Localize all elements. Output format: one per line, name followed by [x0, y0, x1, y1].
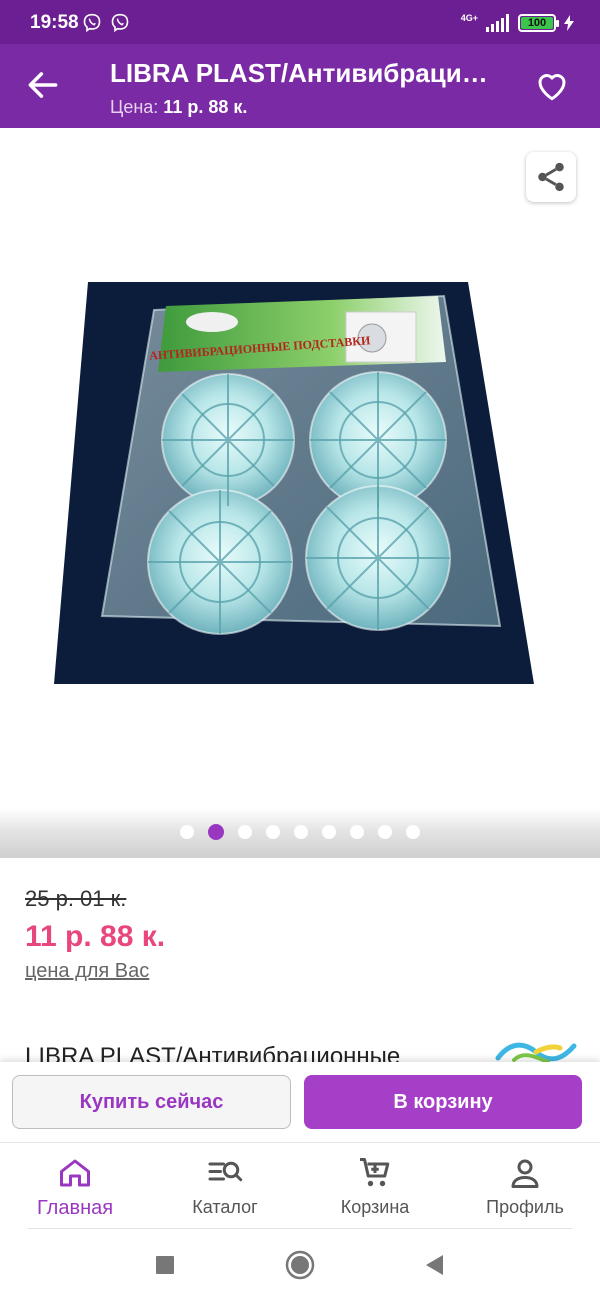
price-for-you-link[interactable]: цена для Вас [25, 960, 149, 983]
share-icon [538, 162, 564, 192]
header-price-label: Цена: [110, 97, 159, 117]
pagination-dot[interactable] [378, 825, 392, 839]
action-bar: Купить сейчас В корзину [0, 1062, 600, 1142]
battery-level: 100 [521, 17, 553, 29]
share-button[interactable] [526, 152, 576, 202]
nav-item-cart[interactable]: Корзина [300, 1143, 450, 1231]
home-circle-icon[interactable] [283, 1248, 317, 1282]
viber-notification-icon [83, 13, 101, 33]
brand-logo[interactable] [494, 1040, 578, 1064]
battery-icon: 100 [518, 14, 559, 32]
cart-icon [360, 1158, 390, 1187]
pagination-dot[interactable] [266, 825, 280, 839]
profile-icon [511, 1159, 539, 1188]
pagination-dot[interactable] [350, 825, 364, 839]
back-triangle-icon[interactable] [418, 1248, 452, 1282]
add-to-cart-button[interactable]: В корзину [304, 1075, 582, 1129]
network-type: 4G+ [460, 12, 478, 23]
home-icon [60, 1159, 90, 1187]
pagination-dot[interactable] [294, 825, 308, 839]
status-indicators: 4G+ 100 [461, 12, 574, 34]
buy-now-button[interactable]: Купить сейчас [12, 1075, 291, 1129]
nav-item-home[interactable]: Главная [0, 1143, 150, 1231]
header-price-value: 11 р. 88 к. [163, 97, 248, 117]
header-price: Цена: 11 р. 88 к. [110, 97, 247, 118]
back-arrow-icon[interactable] [24, 66, 62, 104]
pagination-dot[interactable] [322, 825, 336, 839]
pagination-dot[interactable] [180, 825, 194, 839]
viber-notification-icon [111, 13, 129, 33]
status-time: 19:58 [30, 12, 79, 33]
pagination-dot[interactable] [238, 825, 252, 839]
recent-apps-icon[interactable] [148, 1248, 182, 1282]
nav-item-catalog[interactable]: Каталог [150, 1143, 300, 1231]
nav-label-home: Главная [36, 1197, 114, 1219]
product-gallery[interactable]: АНТИВИБРАЦИОННЫЕ ПОДСТАВКИ [0, 128, 600, 808]
app-header: LIBRA PLAST/Антивибрационные подставки Ц… [0, 44, 600, 128]
heart-icon[interactable] [534, 68, 570, 104]
bottom-navigation: Главная Каталог Корзина Профиль [0, 1142, 600, 1230]
nav-divider [28, 1228, 572, 1229]
system-navigation-bar [0, 1230, 600, 1299]
old-price: 25 р. 01 к. [25, 886, 127, 911]
product-image: АНТИВИБРАЦИОННЫЕ ПОДСТАВКИ [54, 282, 534, 684]
nav-label-catalog: Каталог [192, 1197, 258, 1217]
pagination-dots [0, 824, 600, 840]
nav-label-cart: Корзина [340, 1197, 410, 1217]
catalog-search-icon [208, 1161, 243, 1182]
nav-item-profile[interactable]: Профиль [450, 1143, 600, 1231]
pagination-dot[interactable] [406, 825, 420, 839]
status-bar: 19:58 4G+ 100 [0, 0, 600, 44]
charging-icon [564, 15, 574, 31]
gallery-pagination [0, 808, 600, 858]
signal-icon [486, 14, 509, 32]
page-title: LIBRA PLAST/Антивибрационные подставки [110, 58, 500, 88]
current-price: 11 р. 88 к. [25, 920, 166, 953]
nav-label-profile: Профиль [486, 1197, 564, 1217]
pagination-dot-active[interactable] [208, 824, 224, 840]
